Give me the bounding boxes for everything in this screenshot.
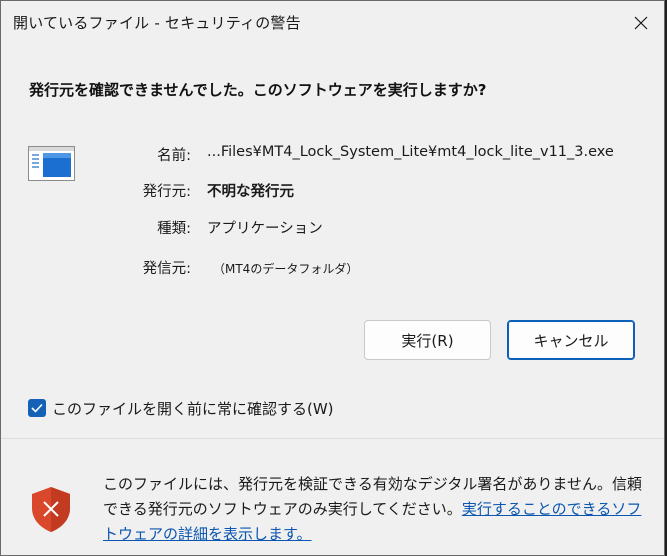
type-label: 種類: — [157, 221, 191, 237]
from-value: （MT4のデータフォルダ） — [213, 262, 359, 276]
info-row-type: 種類: アプリケーション — [1, 217, 664, 241]
name-label: 名前: — [157, 148, 191, 164]
window-title: 開いているファイル - セキュリティの警告 — [13, 14, 301, 32]
run-button[interactable]: 実行(R) — [364, 320, 491, 360]
name-value: ...Files¥MT4_Lock_System_Lite¥mt4_lock_l… — [207, 144, 614, 160]
from-label: 発信元: — [142, 261, 191, 277]
type-value: アプリケーション — [207, 221, 323, 237]
always-ask-label: このファイルを開く前に常に確認する(W) — [52, 400, 334, 418]
security-warning-dialog: 開いているファイル - セキュリティの警告 発行元を確認できませんでした。このソ… — [0, 0, 665, 556]
footer-message: このファイルには、発行元を検証できる有効なデジタル署名がありません。信頼できる発… — [103, 472, 643, 547]
publisher-value: 不明な発行元 — [207, 184, 294, 200]
publisher-label: 発行元: — [142, 184, 191, 200]
close-button[interactable] — [618, 1, 664, 45]
info-row-publisher: 発行元: 不明な発行元 — [1, 180, 664, 204]
close-icon — [634, 16, 648, 30]
title-bar[interactable]: 開いているファイル - セキュリティの警告 — [1, 1, 664, 45]
info-row-name: 名前: ...Files¥MT4_Lock_System_Lite¥mt4_lo… — [1, 144, 664, 168]
always-ask-checkbox[interactable] — [28, 399, 46, 417]
dialog-question: 発行元を確認できませんでした。このソフトウェアを実行しますか? — [29, 81, 487, 99]
cancel-button[interactable]: キャンセル — [507, 320, 635, 360]
warning-shield-icon — [32, 487, 70, 532]
info-row-from: 発信元: （MT4のデータフォルダ） — [1, 257, 664, 281]
checkmark-icon — [31, 403, 43, 413]
